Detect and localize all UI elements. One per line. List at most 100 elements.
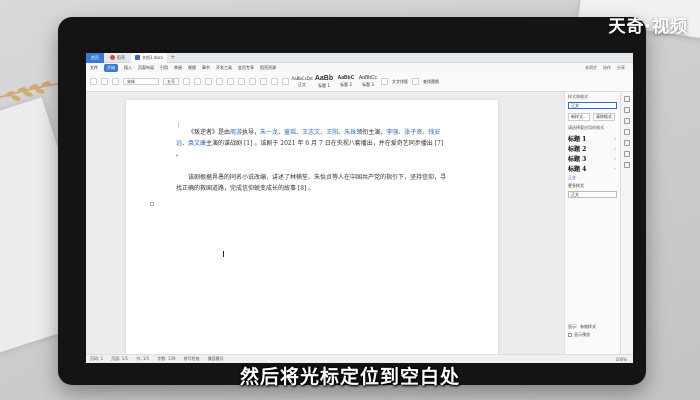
- style-item-label: 标题 1: [568, 135, 587, 143]
- tab-document[interactable]: 文档1.docx: [131, 53, 168, 63]
- tab-home[interactable]: 首页: [86, 53, 104, 63]
- show-label: 显示：有效样式: [568, 324, 596, 329]
- properties-icon[interactable]: [624, 129, 630, 135]
- bullet-list-icon[interactable]: [227, 78, 234, 85]
- text-run: 《叛逆者》是由: [188, 129, 231, 136]
- style-filter-field[interactable]: 正文: [568, 191, 617, 198]
- menu-item-layout[interactable]: 页面布局: [138, 65, 154, 71]
- show-valid-styles[interactable]: 显示：有效样式: [568, 324, 616, 330]
- style-normal[interactable]: AaBbCcDd 正文: [291, 75, 313, 88]
- menu-item-home[interactable]: 开始: [104, 63, 118, 72]
- clear-format-button[interactable]: 清除格式: [592, 113, 615, 121]
- menu-item-insert[interactable]: 插入: [124, 65, 132, 71]
- check-icon: ✓: [613, 145, 617, 151]
- name-link[interactable]: 袁文康: [188, 140, 206, 147]
- thesaurus-icon[interactable]: [624, 140, 630, 146]
- share-button[interactable]: 分享: [617, 65, 625, 71]
- style-heading-1[interactable]: AaBb 标题 1: [315, 75, 333, 89]
- style-icon[interactable]: [624, 96, 630, 102]
- menu-item-member[interactable]: 会员专享: [238, 65, 254, 71]
- name-link[interactable]: 朱珠: [344, 129, 356, 136]
- name-link[interactable]: 王志文: [302, 129, 320, 136]
- shape-icon[interactable]: [624, 118, 630, 124]
- italic-icon[interactable]: [194, 78, 201, 85]
- menu-bar: 文件 开始 插入 页面布局 引用 审阅 视图 章节 开发工具 会员专享 稻壳资源…: [86, 63, 633, 72]
- style-item-heading-1[interactable]: 标题 1 ✓: [568, 133, 617, 143]
- text-layout-label[interactable]: 文字排版: [392, 79, 408, 85]
- more-styles-label[interactable]: 更多样式: [568, 183, 617, 189]
- name-link[interactable]: 张子贤: [404, 129, 422, 136]
- text-layout-icon[interactable]: [381, 78, 388, 85]
- watermark-logo: 天奇·视频: [608, 17, 688, 37]
- style-item-heading-4[interactable]: 标题 4 ✓: [568, 163, 617, 173]
- menu-item-developer[interactable]: 开发工具: [216, 65, 232, 71]
- style-item-body[interactable]: 正文: [568, 175, 617, 181]
- backup-icon[interactable]: [624, 151, 630, 157]
- style-label: 标题 1: [318, 82, 330, 88]
- select-icon[interactable]: [624, 107, 630, 113]
- style-label: 标题 2: [340, 82, 352, 87]
- style-heading-2[interactable]: AaBbC 标题 2: [337, 75, 355, 88]
- paste-icon[interactable]: [90, 78, 97, 85]
- sync-status[interactable]: 未同步: [585, 65, 597, 71]
- cut-icon[interactable]: [101, 78, 108, 85]
- paragraph-1[interactable]: 《叛逆者》是由周游执导，朱一龙、童瑶、王志文、王阳、朱珠领衔主演，李强、张子贤、…: [176, 127, 446, 160]
- document-page[interactable]: 《叛逆者》是由周游执导，朱一龙、童瑶、王志文、王阳、朱珠领衔主演，李强、张子贤、…: [126, 100, 498, 354]
- style-item-heading-2[interactable]: 标题 2 ✓: [568, 143, 617, 153]
- screen: 首页 稻壳 文档1.docx + 文件 开始 插入 页面布局 引用 审阅 视图 …: [86, 53, 633, 363]
- menu-item-view[interactable]: 视图: [188, 65, 196, 71]
- name-link[interactable]: 童瑶: [284, 129, 296, 136]
- underline-icon[interactable]: [205, 78, 212, 85]
- panel-title: 样式和格式: [568, 94, 588, 99]
- style-item-label: 标题 3: [568, 155, 587, 163]
- paragraph-handle-icon[interactable]: [150, 202, 154, 206]
- name-link[interactable]: 周游: [230, 129, 242, 136]
- document-area[interactable]: 《叛逆者》是由周游执导，朱一龙、童瑶、王志文、王阳、朱珠领衔主演，李强、张子贤、…: [86, 92, 564, 354]
- numbered-list-icon[interactable]: [238, 78, 245, 85]
- style-label: 标题 3: [362, 82, 374, 87]
- align-left-icon[interactable]: [260, 78, 267, 85]
- align-center-icon[interactable]: [271, 78, 278, 85]
- menu-item-section[interactable]: 章节: [202, 65, 210, 71]
- font-size-select[interactable]: 五号: [163, 78, 179, 85]
- style-preview: AaBbC: [337, 75, 355, 81]
- menu-item-file[interactable]: 文件: [90, 65, 98, 71]
- zoom-level[interactable]: 100%: [616, 357, 633, 362]
- tab-daoke[interactable]: 稻壳: [106, 54, 129, 62]
- text-run: 主演的谍战剧 [1] 。该剧于 2021 年 6 月 7 日在央视八套播出，并在…: [176, 140, 444, 158]
- menu-item-references[interactable]: 引用: [160, 65, 168, 71]
- find-replace-icon[interactable]: [412, 78, 419, 85]
- format-painter-icon[interactable]: [112, 78, 119, 85]
- check-icon: ✓: [613, 135, 617, 141]
- indent-icon[interactable]: [249, 78, 256, 85]
- font-color-icon[interactable]: [216, 78, 223, 85]
- style-preview: AaBbCcDd: [291, 75, 313, 81]
- bold-icon[interactable]: [183, 78, 190, 85]
- style-heading-3[interactable]: AaBbCc 标题 3: [359, 75, 377, 88]
- panel-subtitle: 请选择要应用的格式: [568, 125, 604, 130]
- collab-button[interactable]: 协作: [603, 65, 611, 71]
- current-style-field[interactable]: 正文: [568, 102, 617, 109]
- find-replace-label[interactable]: 查找替换: [423, 79, 439, 85]
- new-tab-button[interactable]: +: [170, 54, 175, 61]
- style-item-label: 标题 2: [568, 145, 587, 153]
- word-doc-icon: [135, 55, 140, 60]
- style-item-label: 标题 4: [568, 165, 587, 173]
- style-item-heading-3[interactable]: 标题 3 ✓: [568, 153, 617, 163]
- text-cursor: [223, 251, 224, 257]
- name-link[interactable]: 朱一龙: [260, 129, 278, 136]
- show-preview-option[interactable]: 显示预览: [568, 332, 616, 338]
- name-link[interactable]: 王阳: [326, 129, 338, 136]
- menu-item-review[interactable]: 审阅: [174, 65, 182, 71]
- help-icon[interactable]: [624, 162, 630, 168]
- checkbox-icon[interactable]: [568, 333, 572, 337]
- menu-item-resources[interactable]: 稻壳资源: [260, 65, 276, 71]
- font-name-select[interactable]: 宋体: [123, 78, 159, 85]
- name-link[interactable]: 李强: [386, 129, 398, 136]
- text-run: 执导，: [242, 129, 261, 136]
- styles-panel: 样式和格式 正文 新样式... 清除格式 请选择要应用的格式 标题 1 ✓ 标题 …: [564, 92, 620, 354]
- new-style-button[interactable]: 新样式...: [568, 113, 590, 121]
- align-right-icon[interactable]: [282, 78, 289, 85]
- paragraph-2[interactable]: 该剧根据畀愚的同名小说改编，讲述了林楠笙、朱怡贞等人在中国共产党的指引下，坚持信…: [176, 172, 446, 194]
- video-subtitle: 然后将光标定位到空白处: [239, 366, 460, 388]
